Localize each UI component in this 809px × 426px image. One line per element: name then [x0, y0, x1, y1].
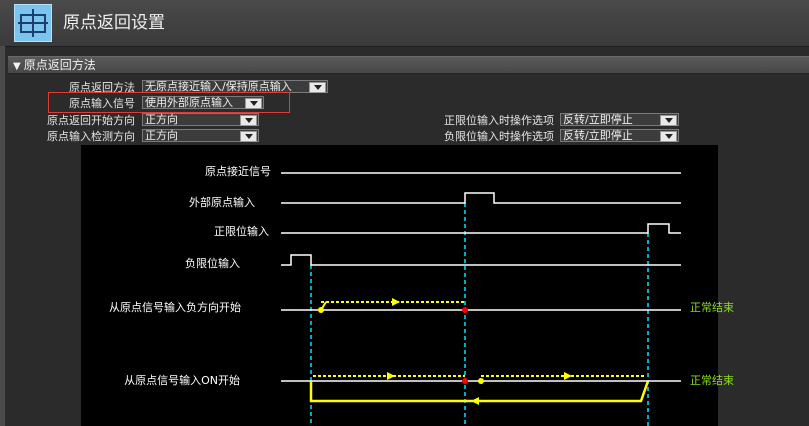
window-header: 原点返回设置 [0, 0, 809, 47]
neg-limit-wave [281, 254, 681, 266]
case2-arrow-2 [564, 372, 572, 380]
start-dir-dropdown[interactable]: 正方向 [142, 113, 259, 126]
left-panel-edge [0, 46, 5, 426]
section-title: 原点返回方法 [23, 58, 96, 72]
timing-waveforms [281, 172, 681, 426]
crosshair-grid-icon [14, 4, 52, 42]
chevron-down-icon[interactable] [240, 115, 257, 126]
case1-start-dot [318, 307, 324, 313]
chevron-down-icon[interactable] [240, 131, 257, 142]
section-toggle-origin-method[interactable]: ▼ 原点返回方法 [8, 56, 809, 74]
method-value: 无原点接近输入/保持原点输入 [145, 80, 292, 93]
external-origin-wave [281, 192, 681, 204]
chevron-down-icon[interactable] [660, 131, 677, 142]
detect-dir-dropdown[interactable]: 正方向 [142, 129, 259, 142]
pos-limit-label: 正限位输入时操作选项 [444, 114, 554, 127]
neg-limit-dropdown[interactable]: 反转/立即停止 [560, 129, 679, 142]
neg-limit-label: 负限位输入时操作选项 [444, 130, 554, 143]
start-dir-label: 原点返回开始方向 [47, 114, 135, 127]
collapse-triangle-icon: ▼ [13, 61, 21, 72]
chevron-down-icon[interactable] [309, 82, 326, 93]
case2-origin-dot [462, 378, 468, 384]
case1-origin-dot [462, 307, 468, 313]
chevron-down-icon[interactable] [660, 115, 677, 126]
highlight-box [48, 92, 290, 113]
timing-diagram: 原点接近信号 外部原点输入 正限位输入 负限位输入 从原点信号输入负方向开始 从… [81, 145, 734, 426]
case2-return-arrow [471, 397, 479, 405]
detect-dir-value: 正方向 [145, 129, 178, 142]
page-title: 原点返回设置 [63, 13, 165, 33]
case1-arrow [392, 298, 400, 306]
detect-dir-label: 原点输入检测方向 [47, 130, 135, 143]
pos-limit-dropdown[interactable]: 反转/立即停止 [560, 113, 679, 126]
pos-limit-value: 反转/立即停止 [563, 113, 633, 126]
start-dir-value: 正方向 [145, 113, 178, 126]
case2-return-path [309, 380, 650, 403]
neg-limit-value: 反转/立即停止 [563, 129, 633, 142]
case2-arrow-1 [387, 372, 395, 380]
pos-limit-wave [281, 223, 681, 234]
case2-turn-dot [478, 378, 484, 384]
